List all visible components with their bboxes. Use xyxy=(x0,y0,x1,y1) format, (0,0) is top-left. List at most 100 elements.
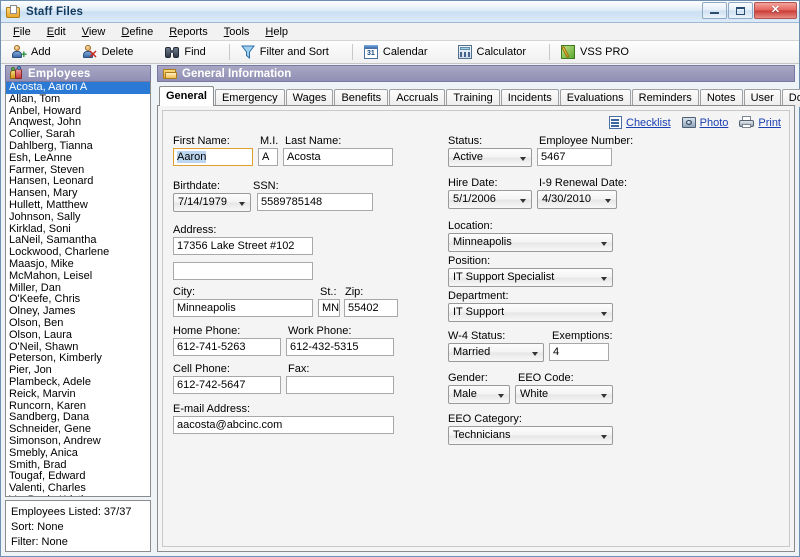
employee-list-item[interactable]: Olson, Ben xyxy=(6,318,150,330)
employee-list-item[interactable]: Esh, LeAnne xyxy=(6,153,150,165)
binoculars-icon xyxy=(164,44,180,60)
last-name-input[interactable]: Acosta xyxy=(283,148,393,166)
close-button[interactable]: ✕ xyxy=(754,2,797,19)
calendar-button-label: Calendar xyxy=(382,46,428,58)
state-input[interactable]: MN xyxy=(318,299,340,317)
employee-list-item[interactable]: Hansen, Leonard xyxy=(6,176,150,188)
w4-status-select[interactable]: Married xyxy=(448,343,544,362)
ssn-input[interactable]: 5589785148 xyxy=(257,193,373,211)
employee-list-item[interactable]: Dahlberg, Tianna xyxy=(6,141,150,153)
employee-list[interactable]: Acosta, Aaron A Allan, Tom Anbel, Howard An… xyxy=(5,82,151,497)
employee-list-item[interactable]: Allan, Tom xyxy=(6,94,150,106)
employee-list-item[interactable]: Smith, Brad xyxy=(6,460,150,472)
print-action[interactable]: Print xyxy=(739,116,781,129)
menu-define[interactable]: Define xyxy=(113,24,161,40)
employee-list-item[interactable]: Sandberg, Dana xyxy=(6,412,150,424)
delete-button[interactable]: ✕ Delete xyxy=(78,43,143,62)
exemptions-input[interactable]: 4 xyxy=(549,343,609,361)
employee-list-item[interactable]: Simonson, Andrew xyxy=(6,436,150,448)
menu-tools[interactable]: Tools xyxy=(216,24,258,40)
employee-list-item[interactable]: Pier, Jon xyxy=(6,365,150,377)
address-label: Address: xyxy=(173,224,217,236)
chevron-down-icon xyxy=(601,435,607,439)
home-phone-input[interactable]: 612-741-5263 xyxy=(173,338,281,356)
first-name-label: First Name: xyxy=(173,135,230,147)
status-summary: Employees Listed: 37/37 Sort: None Filte… xyxy=(5,500,151,552)
application-window: Staff Files ✕ File Edit View Define Repo… xyxy=(0,0,800,557)
employee-list-item[interactable]: Anqwest, John xyxy=(6,117,150,129)
employee-list-item[interactable]: Schneider, Gene xyxy=(6,424,150,436)
employee-list-item[interactable]: Anbel, Howard xyxy=(6,106,150,118)
employee-list-item[interactable]: McMahon, Leisel xyxy=(6,271,150,283)
employee-number-input[interactable]: 5467 xyxy=(537,148,612,166)
zip-input[interactable]: 55402 xyxy=(344,299,398,317)
maximize-button[interactable] xyxy=(728,2,753,19)
city-input[interactable]: Minneapolis xyxy=(173,299,313,317)
middle-initial-input[interactable]: A xyxy=(258,148,278,166)
first-name-input[interactable]: Aaron xyxy=(173,148,253,166)
filter-and-sort-button[interactable]: Filter and Sort xyxy=(236,43,338,62)
hire-date-picker[interactable]: 5/1/2006 xyxy=(448,190,532,209)
i9-renewal-label: I-9 Renewal Date: xyxy=(539,177,628,189)
employee-list-item[interactable]: Kirklad, Soni xyxy=(6,224,150,236)
employee-list-item[interactable]: Valenti, Charles xyxy=(6,483,150,495)
calendar-button[interactable]: 31 Calendar xyxy=(359,43,437,62)
menu-edit[interactable]: Edit xyxy=(39,24,74,40)
photo-action[interactable]: Photo xyxy=(681,116,728,129)
employee-list-item[interactable]: Plambeck, Adele xyxy=(6,377,150,389)
checklist-action[interactable]: Checklist xyxy=(609,116,671,129)
w4-status-value: Married xyxy=(453,346,491,358)
general-information-header: General Information xyxy=(157,65,795,82)
employee-list-item[interactable]: Collier, Sarah xyxy=(6,129,150,141)
employee-list-item[interactable]: Olney, James xyxy=(6,306,150,318)
email-input[interactable]: aacosta@abcinc.com xyxy=(173,416,394,434)
department-select[interactable]: IT Support xyxy=(448,303,613,322)
calculator-button[interactable]: Calculator xyxy=(453,43,536,62)
add-button[interactable]: + Add xyxy=(7,43,60,62)
employee-list-item[interactable]: Reick, Marvin xyxy=(6,389,150,401)
employee-list-item[interactable]: Johnson, Sally xyxy=(6,212,150,224)
employee-list-item[interactable]: O'Keefe, Chris xyxy=(6,294,150,306)
vss-pro-button[interactable]: VSS PRO xyxy=(556,43,638,62)
position-select[interactable]: IT Support Specialist xyxy=(448,268,613,287)
eeo-code-select[interactable]: White xyxy=(515,385,613,404)
address-line1-input[interactable]: 17356 Lake Street #102 xyxy=(173,237,313,255)
gender-select[interactable]: Male xyxy=(448,385,510,404)
eeo-code-label: EEO Code: xyxy=(518,372,574,384)
employee-list-item[interactable]: Lockwood, Charlene xyxy=(6,247,150,259)
employee-list-item[interactable]: Maasjo, Mike xyxy=(6,259,150,271)
employee-list-item[interactable]: Olson, Laura xyxy=(6,330,150,342)
employee-list-item[interactable]: VanBeek, Kristie xyxy=(6,495,150,496)
work-phone-input[interactable]: 612-432-5315 xyxy=(286,338,394,356)
menu-help[interactable]: Help xyxy=(257,24,296,40)
location-select[interactable]: Minneapolis xyxy=(448,233,613,252)
employee-list-item[interactable]: Farmer, Steven xyxy=(6,165,150,177)
menu-view[interactable]: View xyxy=(74,24,114,40)
address-line2-input[interactable] xyxy=(173,262,313,280)
menu-file[interactable]: File xyxy=(5,24,39,40)
birthdate-picker[interactable]: 7/14/1979 xyxy=(173,193,251,212)
checklist-label: Checklist xyxy=(626,116,671,129)
minimize-button[interactable] xyxy=(702,2,727,19)
cell-phone-input[interactable]: 612-742-5647 xyxy=(173,376,281,394)
chevron-down-icon xyxy=(520,157,526,161)
employee-list-item[interactable]: Runcorn, Karen xyxy=(6,401,150,413)
menu-bar: File Edit View Define Reports Tools Help xyxy=(1,23,799,41)
i9-renewal-picker[interactable]: 4/30/2010 xyxy=(537,190,617,209)
status-select[interactable]: Active xyxy=(448,148,532,167)
eeo-category-select[interactable]: Technicians xyxy=(448,426,613,445)
employee-list-item[interactable]: Hullett, Matthew xyxy=(6,200,150,212)
employee-list-item[interactable]: Tougaf, Edward xyxy=(6,471,150,483)
employee-list-item[interactable]: O'Neil, Shawn xyxy=(6,342,150,354)
employee-list-item[interactable]: Peterson, Kimberly xyxy=(6,353,150,365)
employee-list-item[interactable]: Smebly, Anica xyxy=(6,448,150,460)
employee-list-item[interactable]: Hansen, Mary xyxy=(6,188,150,200)
tab-general[interactable]: General xyxy=(159,86,214,106)
employee-list-item[interactable]: Acosta, Aaron A xyxy=(6,82,150,94)
menu-reports[interactable]: Reports xyxy=(161,24,216,40)
fax-input[interactable] xyxy=(286,376,394,394)
person-add-icon: + xyxy=(11,44,27,61)
find-button[interactable]: Find xyxy=(160,43,214,62)
employee-list-item[interactable]: LaNeil, Samantha xyxy=(6,235,150,247)
employee-list-item[interactable]: Miller, Dan xyxy=(6,283,150,295)
